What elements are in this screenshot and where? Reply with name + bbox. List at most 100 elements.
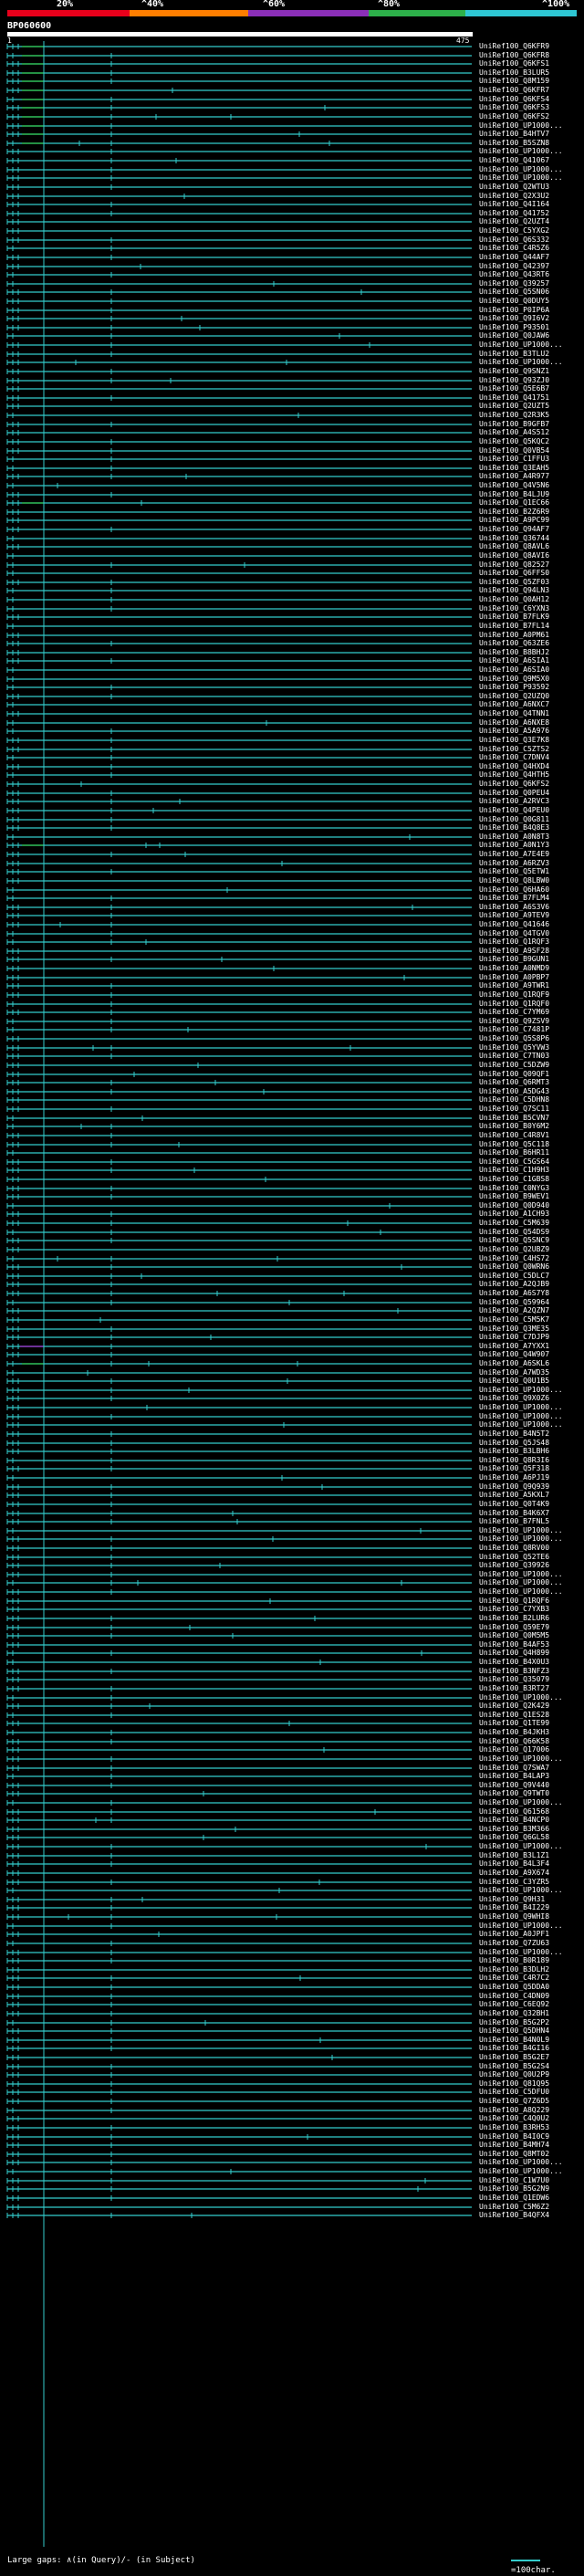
hit-label[interactable]: UniRef100_A6RZV3 — [479, 859, 581, 867]
hit-label[interactable]: UniRef100_A0JPF1 — [479, 1930, 581, 1938]
hit-label[interactable]: UniRef100_B2Z6R9 — [479, 508, 581, 516]
hit-row[interactable] — [6, 623, 472, 629]
hit-label[interactable]: UniRef100_C5GS64 — [479, 1157, 581, 1166]
hit-label[interactable]: UniRef100_Q0U1B5 — [479, 1377, 581, 1385]
hit-row[interactable] — [6, 500, 472, 506]
hit-label[interactable]: UniRef100_Q6KFS3 — [479, 103, 581, 111]
hit-row[interactable] — [6, 1923, 472, 1929]
hit-row[interactable] — [6, 1669, 472, 1674]
hit-row[interactable] — [6, 1352, 472, 1357]
hit-label[interactable]: UniRef100_Q39257 — [479, 279, 581, 288]
hit-row[interactable] — [6, 2011, 472, 2016]
hit-row[interactable] — [6, 1800, 472, 1806]
hit-row[interactable] — [6, 1264, 472, 1270]
hit-label[interactable]: UniRef100_UP1000... — [479, 1948, 581, 1956]
hit-row[interactable] — [6, 141, 472, 146]
hit-label[interactable]: UniRef100_A4S512 — [479, 428, 581, 436]
hit-row[interactable] — [6, 1598, 472, 1604]
hit-label[interactable]: UniRef100_C7TN03 — [479, 1052, 581, 1060]
hit-row[interactable] — [6, 1089, 472, 1094]
hit-row[interactable] — [6, 2152, 472, 2157]
hit-label[interactable]: UniRef100_C7DJP9 — [479, 1333, 581, 1341]
hit-row[interactable] — [6, 878, 472, 884]
hit-label[interactable]: UniRef100_C5YXG2 — [479, 226, 581, 235]
hit-label[interactable]: UniRef100_Q2UZT4 — [479, 217, 581, 225]
hit-row[interactable] — [6, 658, 472, 664]
hit-label[interactable]: UniRef100_B5G2N9 — [479, 2184, 581, 2193]
hit-label[interactable]: UniRef100_C7481P — [479, 1025, 581, 1033]
hit-row[interactable] — [6, 553, 472, 559]
hit-row[interactable] — [6, 1633, 472, 1639]
hit-label[interactable]: UniRef100_Q9Q939 — [479, 1482, 581, 1491]
hit-row[interactable] — [6, 184, 472, 190]
hit-label[interactable]: UniRef100_Q81Q95 — [479, 2079, 581, 2088]
hit-row[interactable] — [6, 1730, 472, 1735]
hit-label[interactable]: UniRef100_Q2R3K5 — [479, 411, 581, 419]
hit-row[interactable] — [6, 114, 472, 120]
hit-label[interactable]: UniRef100_C5M639 — [479, 1219, 581, 1227]
hit-label[interactable]: UniRef100_Q1RQF6 — [479, 1597, 581, 1605]
hit-row[interactable] — [6, 219, 472, 225]
hit-label[interactable]: UniRef100_Q1TE99 — [479, 1719, 581, 1727]
hit-label[interactable]: UniRef100_Q0JAW6 — [479, 331, 581, 340]
hit-row[interactable] — [6, 1177, 472, 1182]
hit-row[interactable] — [6, 772, 472, 778]
hit-label[interactable]: UniRef100_A6NXC7 — [479, 700, 581, 708]
hit-label[interactable]: UniRef100_Q3E7K8 — [479, 736, 581, 744]
hit-row[interactable] — [6, 422, 472, 427]
hit-label[interactable]: UniRef100_A7YXX1 — [479, 1342, 581, 1350]
hit-row[interactable] — [6, 1791, 472, 1796]
hit-label[interactable]: UniRef100_B5G2S4 — [479, 2062, 581, 2070]
hit-label[interactable]: UniRef100_Q41646 — [479, 920, 581, 928]
hit-label[interactable]: UniRef100_B7FLK9 — [479, 613, 581, 621]
hit-row[interactable] — [6, 895, 472, 901]
hit-row[interactable] — [6, 1686, 472, 1691]
hit-row[interactable] — [6, 834, 472, 840]
hit-row[interactable] — [6, 791, 472, 796]
hit-row[interactable] — [6, 1115, 472, 1121]
hit-row[interactable] — [6, 738, 472, 743]
hit-label[interactable]: UniRef100_UP1000... — [479, 165, 581, 173]
hit-label[interactable]: UniRef100_Q4TGV0 — [479, 929, 581, 937]
hit-row[interactable] — [6, 2125, 472, 2131]
hit-label[interactable]: UniRef100_A6SIA0 — [479, 665, 581, 674]
hit-row[interactable] — [6, 1291, 472, 1296]
hit-row[interactable] — [6, 395, 472, 401]
hit-row[interactable] — [6, 685, 472, 690]
hit-label[interactable]: UniRef100_Q6KFR9 — [479, 42, 581, 50]
hit-label[interactable]: UniRef100_Q2WTU3 — [479, 183, 581, 191]
hit-label[interactable]: UniRef100_B7FLM4 — [479, 894, 581, 902]
hit-label[interactable]: UniRef100_UP1000... — [479, 2167, 581, 2175]
hit-row[interactable] — [6, 1914, 472, 1920]
hit-row[interactable] — [6, 1036, 472, 1042]
hit-label[interactable]: UniRef100_UP1000... — [479, 358, 581, 366]
hit-label[interactable]: UniRef100_Q0PEU4 — [479, 789, 581, 797]
hit-row[interactable] — [6, 466, 472, 471]
hit-label[interactable]: UniRef100_Q82527 — [479, 560, 581, 569]
hit-label[interactable]: UniRef100_Q1RQF0 — [479, 1000, 581, 1008]
hit-label[interactable]: UniRef100_B5G2P2 — [479, 2018, 581, 2026]
hit-label[interactable]: UniRef100_B5SZN8 — [479, 139, 581, 147]
hit-label[interactable]: UniRef100_UP1000... — [479, 1798, 581, 1806]
hit-row[interactable] — [6, 1545, 472, 1551]
hit-label[interactable]: UniRef100_Q94AF7 — [479, 525, 581, 533]
hit-row[interactable] — [6, 747, 472, 752]
hit-label[interactable]: UniRef100_Q1EDW6 — [479, 2194, 581, 2202]
hit-row[interactable] — [6, 360, 472, 365]
hit-label[interactable]: UniRef100_C1GBS8 — [479, 1175, 581, 1183]
hit-row[interactable] — [6, 175, 472, 181]
hit-row[interactable] — [6, 1774, 472, 1779]
hit-label[interactable]: UniRef100_UP1000... — [479, 1587, 581, 1596]
hit-label[interactable]: UniRef100_Q39926 — [479, 1561, 581, 1569]
hit-row[interactable] — [6, 843, 472, 848]
hit-label[interactable]: UniRef100_A5A976 — [479, 727, 581, 735]
hit-row[interactable] — [6, 316, 472, 321]
hit-label[interactable]: UniRef100_B4QFX4 — [479, 2211, 581, 2219]
hit-row[interactable] — [6, 2037, 472, 2043]
hit-row[interactable] — [6, 1238, 472, 1243]
hit-row[interactable] — [6, 1484, 472, 1490]
hit-row[interactable] — [6, 1555, 472, 1560]
hit-label[interactable]: UniRef100_C6YXN3 — [479, 604, 581, 613]
hit-label[interactable]: UniRef100_A9TEV9 — [479, 911, 581, 919]
hit-label[interactable]: UniRef100_B7FL14 — [479, 622, 581, 630]
